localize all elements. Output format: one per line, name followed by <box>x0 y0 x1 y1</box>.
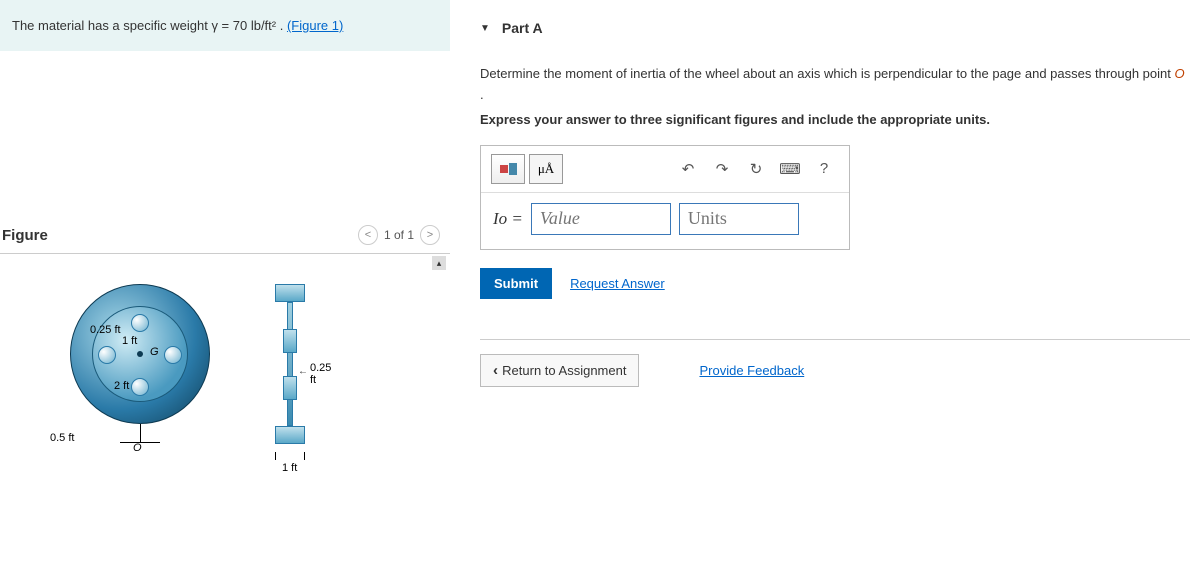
label-side-025: 0.25 ft <box>310 362 331 386</box>
label-05ft: 0.5 ft <box>50 432 74 444</box>
scroll-up-icon[interactable]: ▴ <box>432 256 446 270</box>
label-1ft: 1 ft <box>122 335 137 347</box>
figure-prev-button[interactable]: < <box>358 225 378 245</box>
reset-button[interactable]: ↻ <box>741 154 771 184</box>
answer-box: μÅ ↶ ↷ ↻ ⌨ ? Io = <box>480 145 850 250</box>
figure-title: Figure <box>2 227 48 244</box>
instruction-bold: Express your answer to three significant… <box>480 112 1190 127</box>
figure-next-button[interactable]: > <box>420 225 440 245</box>
symbols-button[interactable]: μÅ <box>529 154 563 184</box>
problem-text-prefix: The material has a specific weight <box>12 18 211 33</box>
figure-counter: 1 of 1 <box>384 228 414 242</box>
submit-button[interactable]: Submit <box>480 268 552 299</box>
label-bottom-1ft: 1 ft <box>282 462 297 474</box>
undo-button[interactable]: ↶ <box>673 154 703 184</box>
part-label: Part A <box>502 20 543 36</box>
label-o: O <box>133 442 142 454</box>
problem-statement-banner: The material has a specific weight γ = 7… <box>0 0 450 51</box>
label-025ft: 0.25 ft <box>90 324 121 336</box>
value-input[interactable] <box>531 203 671 235</box>
arrow-icon: ← <box>298 366 308 377</box>
io-label: Io = <box>493 209 523 229</box>
collapse-icon[interactable]: ▼ <box>480 23 490 34</box>
templates-button[interactable] <box>491 154 525 184</box>
figure-link[interactable]: (Figure 1) <box>287 18 343 33</box>
label-g: G <box>150 346 159 358</box>
request-answer-link[interactable]: Request Answer <box>570 276 665 291</box>
redo-button[interactable]: ↷ <box>707 154 737 184</box>
instruction-end: . <box>480 87 484 102</box>
keyboard-button[interactable]: ⌨ <box>775 154 805 184</box>
feedback-link[interactable]: Provide Feedback <box>699 363 804 378</box>
units-input[interactable] <box>679 203 799 235</box>
problem-text-suffix: . <box>280 18 287 33</box>
figure-diagram: ▴ G 0.25 ft 1 ft 2 ft 0.5 ft <box>0 254 450 484</box>
label-2ft: 2 ft <box>114 380 129 392</box>
help-button[interactable]: ? <box>809 154 839 184</box>
instruction-text: Determine the moment of inertia of the w… <box>480 66 1174 81</box>
problem-gamma: γ = 70 lb/ft² <box>211 18 276 33</box>
return-button[interactable]: Return to Assignment <box>480 354 639 387</box>
point-o: O <box>1174 66 1184 81</box>
